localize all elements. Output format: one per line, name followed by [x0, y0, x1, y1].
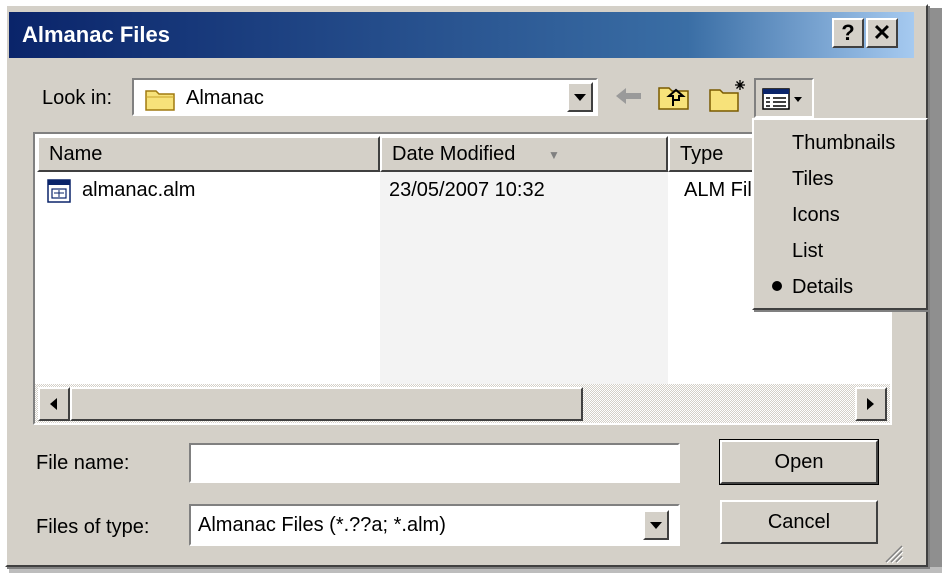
- menu-item-list[interactable]: List: [792, 240, 823, 263]
- column-header-date-modified[interactable]: Date Modified: [380, 136, 668, 172]
- file-name-label: File name:: [36, 452, 130, 474]
- folder-icon: [144, 86, 178, 117]
- look-in-dropdown-button[interactable]: [567, 82, 593, 112]
- menu-item-tiles[interactable]: Tiles: [792, 168, 833, 191]
- column-header-name[interactable]: Name: [37, 136, 380, 172]
- views-menu-icon: [762, 88, 806, 115]
- selected-bullet-icon: [772, 281, 782, 291]
- help-button[interactable]: ?: [832, 18, 864, 48]
- back-arrow-icon[interactable]: [614, 84, 644, 113]
- new-folder-icon[interactable]: [708, 78, 748, 119]
- resize-grip-icon[interactable]: [880, 540, 904, 569]
- file-name-cell[interactable]: almanac.alm: [82, 179, 195, 202]
- close-button[interactable]: ✕: [866, 18, 898, 48]
- files-of-type-label: Files of type:: [36, 516, 150, 538]
- alm-file-icon[interactable]: [46, 178, 72, 209]
- window-shadow-bottom: [9, 567, 942, 573]
- scroll-left-button[interactable]: [38, 387, 70, 421]
- window-title: Almanac Files: [22, 22, 170, 47]
- views-menu-button[interactable]: [754, 78, 814, 118]
- file-type-cell: ALM Fil: [684, 179, 752, 201]
- up-folder-icon[interactable]: [657, 82, 691, 117]
- file-name-input[interactable]: [189, 443, 680, 483]
- open-button[interactable]: Open: [719, 439, 879, 485]
- menu-item-icons[interactable]: Icons: [792, 204, 840, 227]
- file-date-cell: 23/05/2007 10:32: [389, 179, 545, 201]
- menu-item-details[interactable]: Details: [792, 276, 853, 299]
- sort-descending-icon: ▼: [548, 148, 560, 162]
- sorted-column-highlight: [380, 172, 668, 384]
- scroll-right-button[interactable]: [855, 387, 887, 421]
- files-of-type-value: Almanac Files (*.??a; *.alm): [198, 514, 446, 536]
- look-in-label: Look in:: [42, 87, 113, 109]
- look-in-value: Almanac: [186, 87, 264, 109]
- files-of-type-dropdown-button[interactable]: [643, 510, 669, 540]
- cancel-button[interactable]: Cancel: [720, 500, 878, 544]
- scrollbar-thumb[interactable]: [70, 387, 583, 421]
- window-shadow: [928, 8, 942, 567]
- menu-item-thumbnails[interactable]: Thumbnails: [792, 132, 895, 155]
